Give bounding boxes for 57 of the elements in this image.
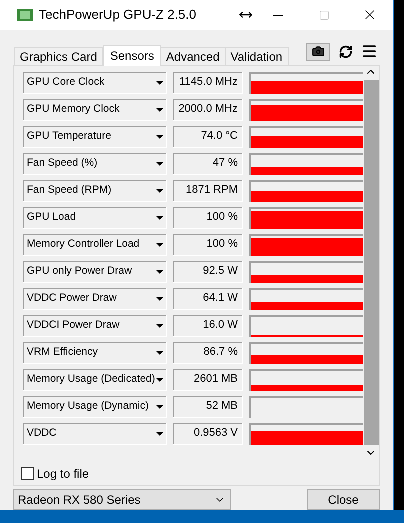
caret-icon (156, 242, 164, 247)
sensor-name-dropdown[interactable]: Memory Usage (Dedicated) (23, 368, 167, 391)
tab[interactable]: Sensors (103, 44, 162, 66)
app-icon (17, 9, 33, 21)
sensor-value: 16.0 W (173, 314, 243, 337)
caret-icon (156, 404, 164, 409)
sensor-name-dropdown[interactable]: GPU only Power Draw (23, 260, 167, 283)
caret-icon (156, 350, 164, 355)
sensor-value: 47 % (173, 152, 243, 175)
sensor-value: 100 % (173, 234, 243, 256)
sensor-value: 1145.0 MHz (173, 72, 243, 94)
sensor-name-dropdown[interactable]: Memory Usage (Dynamic) (23, 396, 167, 418)
sensor-value: 64.1 W (173, 288, 243, 310)
minimize-icon (273, 14, 283, 16)
menu-icon[interactable] (361, 42, 378, 60)
tab[interactable]: Graphics Card (14, 46, 104, 65)
sensor-value: 100 % (173, 206, 243, 229)
sensor-name-dropdown[interactable]: GPU Load (23, 206, 167, 229)
camera-icon (312, 45, 324, 58)
sensor-name-dropdown[interactable]: VDDC (23, 422, 167, 445)
sensor-name-dropdown[interactable]: VDDCI Power Draw (23, 314, 167, 337)
sensor-name-dropdown[interactable]: GPU Core Clock (23, 72, 167, 94)
caret-icon (156, 296, 164, 301)
log-checkbox[interactable] (21, 467, 34, 480)
sensor-value: 0.9563 V (173, 422, 243, 445)
caret-icon (156, 162, 164, 166)
sensor-name-dropdown[interactable]: VRM Efficiency (23, 342, 167, 364)
caret-icon (156, 270, 164, 274)
close-button[interactable]: Close (307, 489, 380, 510)
sensor-value: 86.7 % (173, 342, 243, 364)
caret-icon (156, 378, 164, 382)
sensor-name-dropdown[interactable]: GPU Memory Clock (23, 98, 167, 121)
tab[interactable]: Validation (224, 46, 289, 65)
caret-icon (156, 324, 164, 328)
refresh-icon[interactable] (339, 44, 353, 59)
caret-icon (156, 108, 164, 112)
caret-icon (156, 80, 164, 85)
sensor-name-dropdown[interactable]: Memory Controller Load (23, 234, 167, 256)
sensor-name-dropdown[interactable]: Fan Speed (RPM) (23, 180, 167, 202)
caret-icon (156, 134, 164, 139)
maximize-icon (318, 10, 330, 20)
checkbox-label: Log to file (37, 466, 90, 483)
sensor-value: 2000.0 MHz (173, 98, 243, 121)
sensor-value: 74.0 °C (173, 126, 243, 148)
sensor-name-dropdown[interactable]: Fan Speed (%) (23, 152, 167, 175)
sensor-value: 1871 RPM (173, 180, 243, 202)
sensor-value: 2601 MB (173, 368, 243, 391)
window-title: TechPowerUp GPU-Z 2.5.0 (39, 6, 197, 24)
screenshot-button[interactable] (306, 42, 330, 61)
caret-icon (156, 432, 164, 436)
sensor-value: 52 MB (173, 396, 243, 418)
sensor-value: 92.5 W (173, 260, 243, 283)
sensor-name-dropdown[interactable]: VDDC Power Draw (23, 288, 167, 310)
caret-icon (156, 216, 164, 220)
sensor-name-dropdown[interactable]: GPU Temperature (23, 126, 167, 148)
caret-icon (156, 188, 164, 193)
gpu-select[interactable]: Radeon RX 580 Series (13, 489, 231, 510)
